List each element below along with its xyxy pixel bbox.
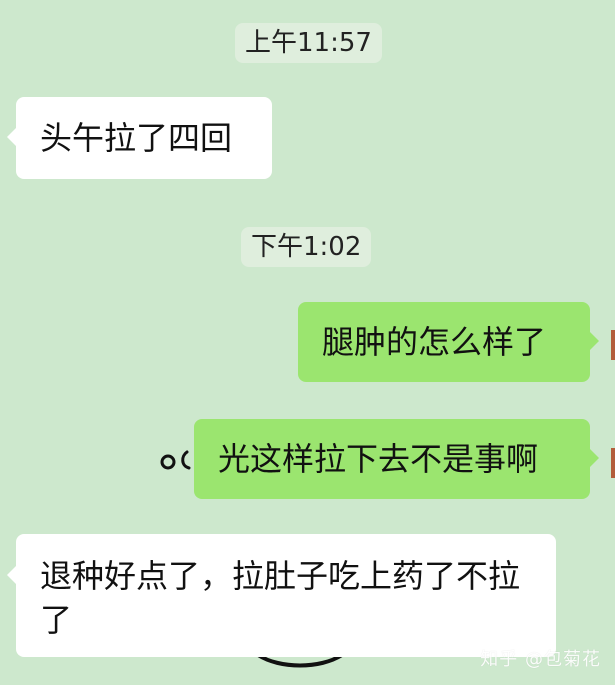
chat-area: 上午11:57 头午拉了四回 下午1:02 腿肿的怎么样了 光这样拉下去不是事啊… xyxy=(0,0,615,685)
bubble-tail xyxy=(7,566,16,584)
timestamp: 上午11:57 xyxy=(235,23,382,63)
bubble-tail xyxy=(7,128,16,146)
timestamp: 下午1:02 xyxy=(241,227,372,267)
outgoing-message[interactable]: 腿肿的怎么样了 xyxy=(298,302,590,382)
avatar-edge xyxy=(611,448,615,478)
watermark: 知乎 @包菊花 xyxy=(480,649,601,670)
outgoing-message[interactable]: 光这样拉下去不是事啊 xyxy=(194,419,590,499)
bubble-tail xyxy=(590,449,599,467)
avatar-edge xyxy=(611,330,615,360)
incoming-message[interactable]: 头午拉了四回 xyxy=(16,97,272,179)
incoming-message[interactable]: 退种好点了，拉肚子吃上药了不拉了 xyxy=(16,534,556,657)
bubble-tail xyxy=(590,332,599,350)
